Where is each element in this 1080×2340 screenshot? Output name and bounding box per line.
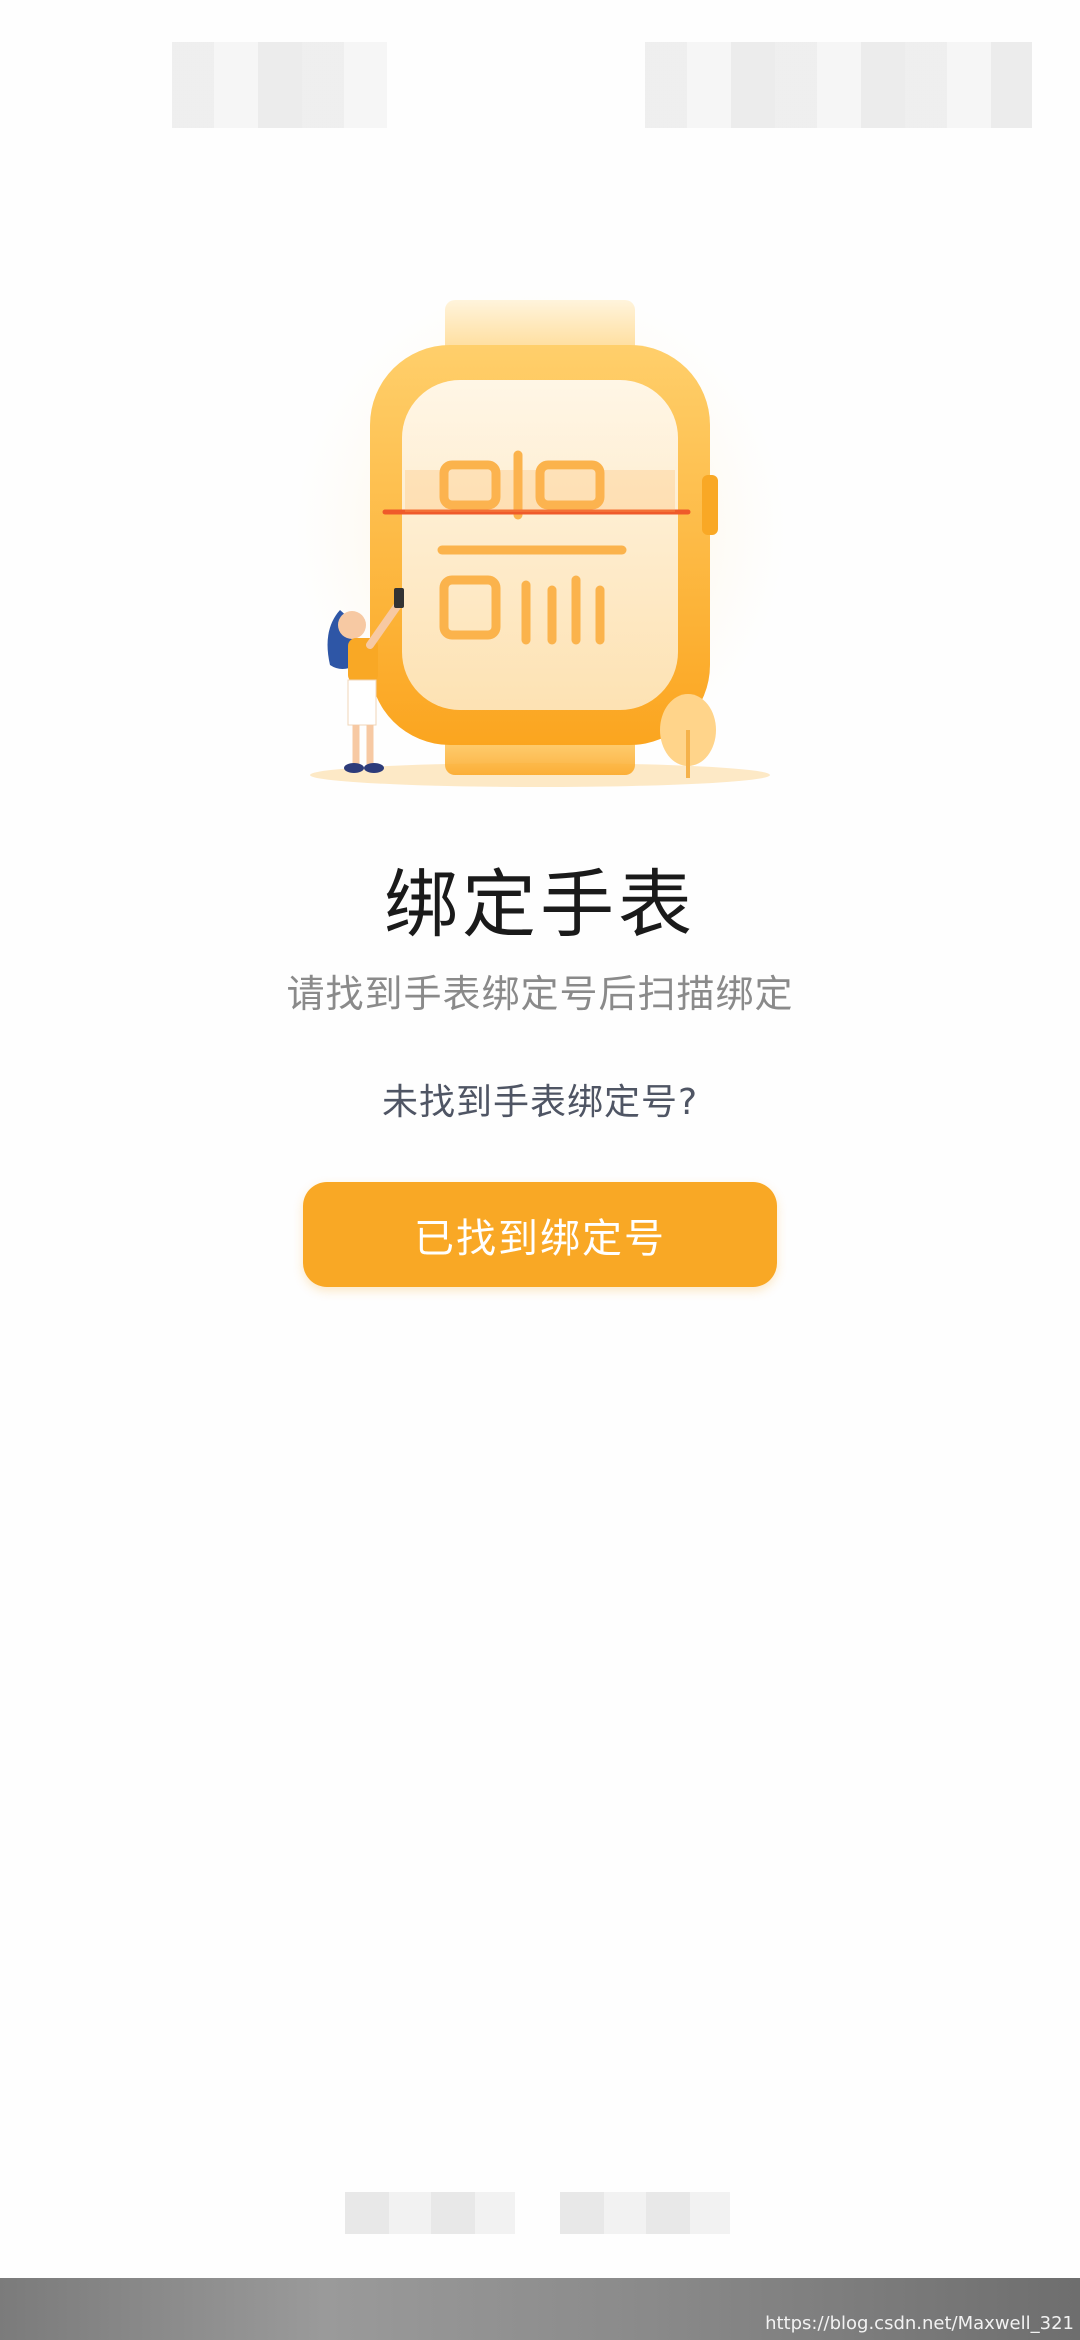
watch-qr-scan-illustration bbox=[290, 290, 790, 787]
watch-crown bbox=[702, 475, 718, 535]
page-title: 绑定手表 bbox=[384, 862, 696, 948]
bottom-blurred-element-right bbox=[560, 2192, 730, 2234]
status-bar-left-blurred bbox=[172, 42, 387, 128]
status-bar-right-blurred bbox=[645, 42, 1032, 128]
instruction-text: 请找到手表绑定号后扫描绑定 bbox=[286, 972, 794, 1016]
found-binding-code-button[interactable]: 已找到绑定号 bbox=[303, 1182, 777, 1287]
cannot-find-binding-code-link[interactable]: 未找到手表绑定号? bbox=[0, 1080, 1080, 1126]
watermark-text: https://blog.csdn.net/Maxwell_321 bbox=[765, 2313, 1074, 2334]
bottom-blurred-element-left bbox=[345, 2192, 515, 2234]
scan-beam bbox=[405, 470, 675, 512]
bind-watch-screen: 绑定手表 请找到手表绑定号后扫描绑定 未找到手表绑定号? 已找到绑定号 http… bbox=[0, 0, 1080, 2340]
bottom-bar: https://blog.csdn.net/Maxwell_321 bbox=[0, 2278, 1080, 2340]
watch-screen bbox=[402, 380, 678, 710]
